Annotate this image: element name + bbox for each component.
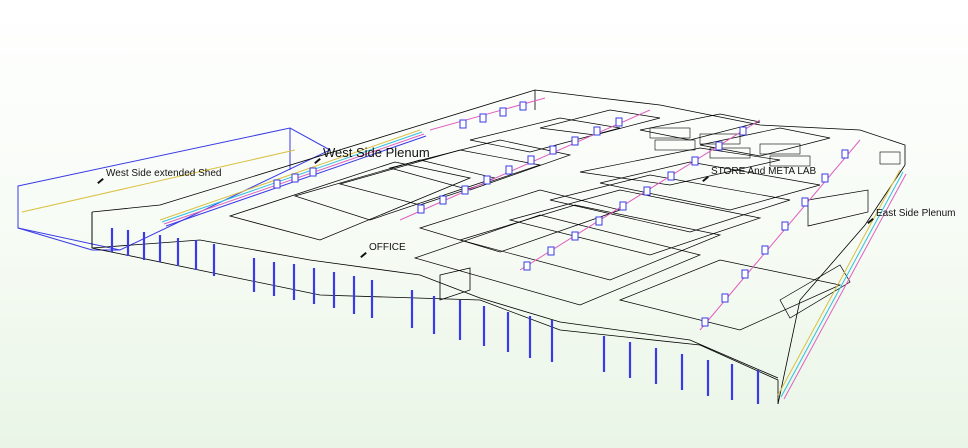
building-3d-model [17,89,907,405]
office-volume [228,161,472,301]
east-plenum-ducts [777,169,907,400]
west-plenum-label: West Side Plenum [323,145,430,160]
west-shed-label: West Side extended Shed [106,168,222,179]
duct-diffusers [273,101,849,327]
west-shed-box [17,127,332,251]
west-shed-yellow-line [21,149,296,213]
duct-runs [399,97,861,331]
office-label: OFFICE [369,242,406,253]
store-meta-label: STORE And META LAB [711,166,817,177]
east-plenum-label: East Side Plenum [876,208,956,219]
roof-equipment [649,127,901,167]
facade-columns [110,228,760,404]
building-model-view: West Side extended Shed West Side Plenum… [0,0,968,448]
